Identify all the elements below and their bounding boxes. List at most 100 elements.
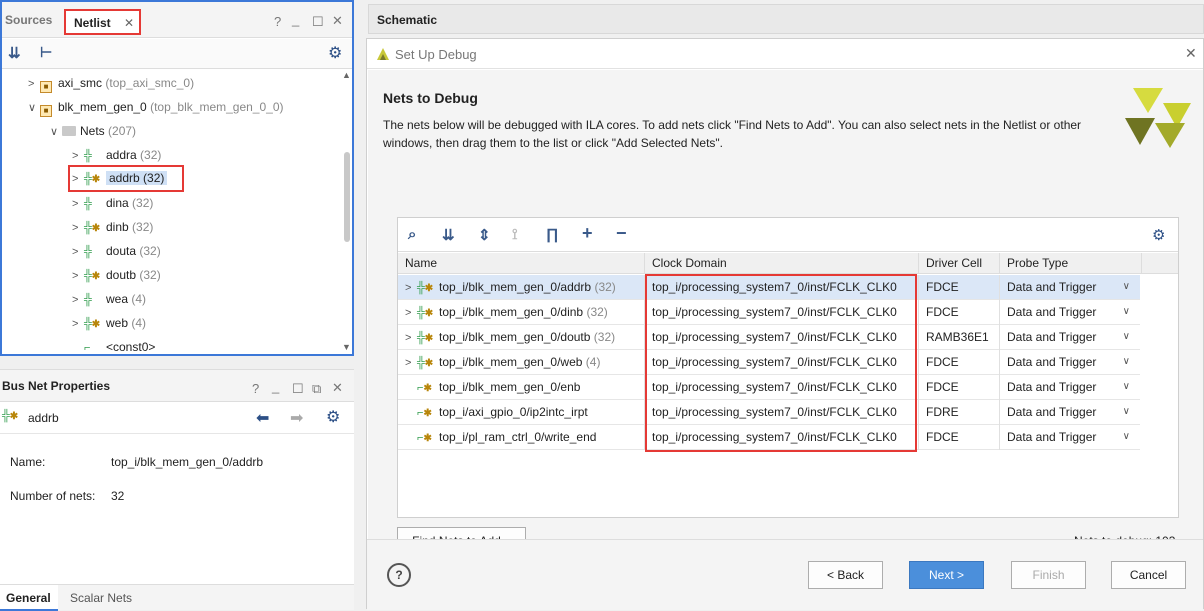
chevron-right-icon[interactable]: > bbox=[72, 168, 84, 191]
expand-all-icon[interactable]: ⇕ bbox=[478, 226, 491, 244]
chevron-down-icon[interactable]: ∨ bbox=[1123, 300, 1130, 324]
help-icon[interactable]: ? bbox=[274, 14, 281, 29]
chevron-right-icon[interactable]: > bbox=[72, 145, 84, 167]
debug-net-icon: ╬✱ bbox=[417, 282, 434, 294]
chevron-down-icon[interactable]: ∨ bbox=[28, 97, 40, 119]
chevron-right-icon[interactable]: > bbox=[72, 241, 84, 263]
gear-icon[interactable]: ⚙ bbox=[1152, 226, 1165, 244]
finish-button[interactable]: Finish bbox=[1011, 561, 1086, 589]
column-header-name[interactable]: Name bbox=[398, 253, 645, 274]
chevron-down-icon[interactable]: ∨ bbox=[1123, 275, 1130, 299]
probe-type-select[interactable]: Data and Trigger ∨ bbox=[1000, 375, 1140, 400]
forward-arrow-icon[interactable]: ➡ bbox=[290, 408, 303, 428]
next-button[interactable]: Next > bbox=[909, 561, 984, 589]
back-button[interactable]: < Back bbox=[808, 561, 883, 589]
tree-item-net-selected[interactable]: > ╬✱ addrb (32) bbox=[68, 165, 184, 192]
tree-item-net[interactable]: ⌐ <const0> bbox=[84, 336, 155, 358]
chevron-right-icon[interactable]: > bbox=[405, 351, 417, 375]
probe-type-select[interactable]: Data and Trigger ∨ bbox=[1000, 400, 1140, 425]
probe-type-select[interactable]: Data and Trigger ∨ bbox=[1000, 275, 1140, 300]
cancel-button[interactable]: Cancel bbox=[1111, 561, 1186, 589]
chevron-down-icon[interactable]: ∨ bbox=[50, 121, 62, 143]
chevron-right-icon[interactable]: > bbox=[72, 265, 84, 287]
collapse-all-icon[interactable]: ⇊ bbox=[442, 226, 455, 244]
tree-item-nets[interactable]: ∨ Nets (207) bbox=[50, 120, 136, 142]
close-icon[interactable]: ✕ bbox=[1185, 45, 1197, 62]
minimize-icon[interactable]: _ bbox=[272, 379, 279, 394]
back-arrow-icon[interactable]: ⬅ bbox=[256, 408, 269, 428]
chevron-right-icon[interactable]: > bbox=[72, 217, 84, 239]
probe-type-select[interactable]: Data and Trigger ∨ bbox=[1000, 350, 1140, 375]
tree-item-axi-smc[interactable]: > ■ axi_smc (top_axi_smc_0) bbox=[28, 72, 194, 94]
hierarchy-icon[interactable]: ⊢ bbox=[40, 44, 52, 61]
scroll-down-icon[interactable]: ▼ bbox=[342, 342, 351, 352]
tree-item-net[interactable]: > ╬✱ doutb (32) bbox=[72, 264, 161, 286]
chevron-right-icon[interactable]: > bbox=[72, 313, 84, 335]
probe-type-value: Data and Trigger bbox=[1007, 405, 1097, 419]
scrollbar[interactable]: ▲ ▼ bbox=[342, 70, 352, 354]
probe-type-select[interactable]: Data and Trigger ∨ bbox=[1000, 325, 1140, 350]
close-icon[interactable]: ✕ bbox=[332, 380, 343, 396]
chevron-down-icon[interactable]: ∨ bbox=[1123, 325, 1130, 349]
chevron-right-icon[interactable]: > bbox=[405, 276, 417, 300]
probe-type-value: Data and Trigger bbox=[1007, 280, 1097, 294]
table-row[interactable]: > ╬✱ top_i/blk_mem_gen_0/addrb (32) top_i/… bbox=[398, 275, 1140, 300]
clock-domain-cell: top_i/processing_system7_0/inst/FCLK_CLK… bbox=[645, 375, 919, 400]
gear-icon[interactable]: ⚙ bbox=[326, 407, 340, 427]
gear-icon[interactable]: ⚙ bbox=[328, 43, 342, 63]
collapse-all-icon[interactable]: ⇊ bbox=[8, 44, 21, 62]
tree-item-blk-mem-gen[interactable]: ∨ ■ blk_mem_gen_0 (top_blk_mem_gen_0_0) bbox=[28, 96, 284, 118]
table-row[interactable]: > ╬✱ top_i/blk_mem_gen_0/doutb (32) top_i/… bbox=[398, 325, 1140, 350]
tree-item-net[interactable]: > ╬ dina (32) bbox=[72, 192, 153, 214]
chevron-right-icon[interactable]: > bbox=[28, 73, 40, 95]
column-header-driver-cell[interactable]: Driver Cell bbox=[919, 253, 1000, 274]
chevron-right-icon[interactable]: > bbox=[72, 193, 84, 215]
help-icon[interactable]: ? bbox=[252, 381, 259, 396]
debug-net-icon: ╬✱ bbox=[84, 318, 101, 330]
table-row[interactable]: > ╬✱ top_i/blk_mem_gen_0/dinb (32) top_i/p… bbox=[398, 300, 1140, 325]
minimize-icon[interactable]: _ bbox=[292, 12, 299, 27]
net-name: addrb bbox=[28, 411, 59, 425]
chevron-down-icon[interactable]: ∨ bbox=[1123, 400, 1130, 424]
close-icon[interactable]: ✕ bbox=[124, 16, 134, 30]
remove-icon[interactable]: − bbox=[616, 223, 627, 244]
bus-net-icon: ╬ bbox=[84, 198, 92, 210]
chevron-right-icon[interactable]: > bbox=[405, 301, 417, 325]
scroll-up-icon[interactable]: ▲ bbox=[342, 70, 351, 80]
table-row[interactable]: ⌐✱ top_i/blk_mem_gen_0/enb top_i/processi… bbox=[398, 375, 1140, 400]
help-icon[interactable]: ? bbox=[387, 563, 411, 587]
tree-item-net[interactable]: > ╬ addra (32) bbox=[72, 144, 161, 166]
tab-general[interactable]: General bbox=[0, 585, 58, 611]
chevron-down-icon[interactable]: ∨ bbox=[1123, 350, 1130, 374]
tab-netlist[interactable]: Netlist ✕ bbox=[64, 9, 141, 35]
table-row[interactable]: ⌐✱ top_i/pl_ram_ctrl_0/write_end top_i/pr… bbox=[398, 425, 1140, 450]
column-header-probe-type[interactable]: Probe Type bbox=[1000, 253, 1142, 274]
probe-type-select[interactable]: Data and Trigger ∨ bbox=[1000, 425, 1140, 450]
chevron-right-icon[interactable]: > bbox=[72, 289, 84, 311]
tab-scalar-nets[interactable]: Scalar Nets bbox=[70, 591, 132, 605]
table-row[interactable]: ⌐✱ top_i/axi_gpio_0/ip2intc_irpt top_i/pr… bbox=[398, 400, 1140, 425]
tab-schematic[interactable]: Schematic bbox=[377, 13, 437, 27]
probe-type-select[interactable]: Data and Trigger ∨ bbox=[1000, 300, 1140, 325]
tab-sources[interactable]: Sources bbox=[5, 13, 52, 27]
search-icon[interactable]: ⌕ bbox=[408, 226, 416, 243]
tree-item-net[interactable]: > ╬✱ dinb (32) bbox=[72, 216, 153, 238]
column-header-clock-domain[interactable]: Clock Domain bbox=[645, 253, 919, 274]
tree-item-net[interactable]: > ╬ douta (32) bbox=[72, 240, 161, 262]
chevron-right-icon[interactable]: > bbox=[405, 326, 417, 350]
table-row[interactable]: > ╬✱ top_i/blk_mem_gen_0/web (4) top_i/pro… bbox=[398, 350, 1140, 375]
tree-item-net[interactable]: > ╬✱ web (4) bbox=[72, 312, 146, 334]
net-width: (32) bbox=[594, 280, 616, 294]
close-icon[interactable]: ✕ bbox=[332, 13, 343, 29]
chevron-down-icon[interactable]: ∨ bbox=[1123, 375, 1130, 399]
tree-item-net[interactable]: > ╬ wea (4) bbox=[72, 288, 146, 310]
chevron-down-icon[interactable]: ∨ bbox=[1123, 425, 1130, 449]
bus-icon[interactable]: ∏ bbox=[546, 226, 558, 243]
add-icon[interactable]: + bbox=[582, 223, 593, 244]
scrollbar-thumb[interactable] bbox=[344, 152, 350, 242]
maximize-icon[interactable]: ☐ bbox=[292, 381, 304, 397]
maximize-icon[interactable]: ☐ bbox=[312, 14, 324, 30]
net-properties-icon[interactable]: ⟟ bbox=[512, 226, 518, 243]
float-icon[interactable]: ⧉ bbox=[312, 381, 321, 397]
clock-domain-cell: top_i/processing_system7_0/inst/FCLK_CLK… bbox=[645, 300, 919, 325]
